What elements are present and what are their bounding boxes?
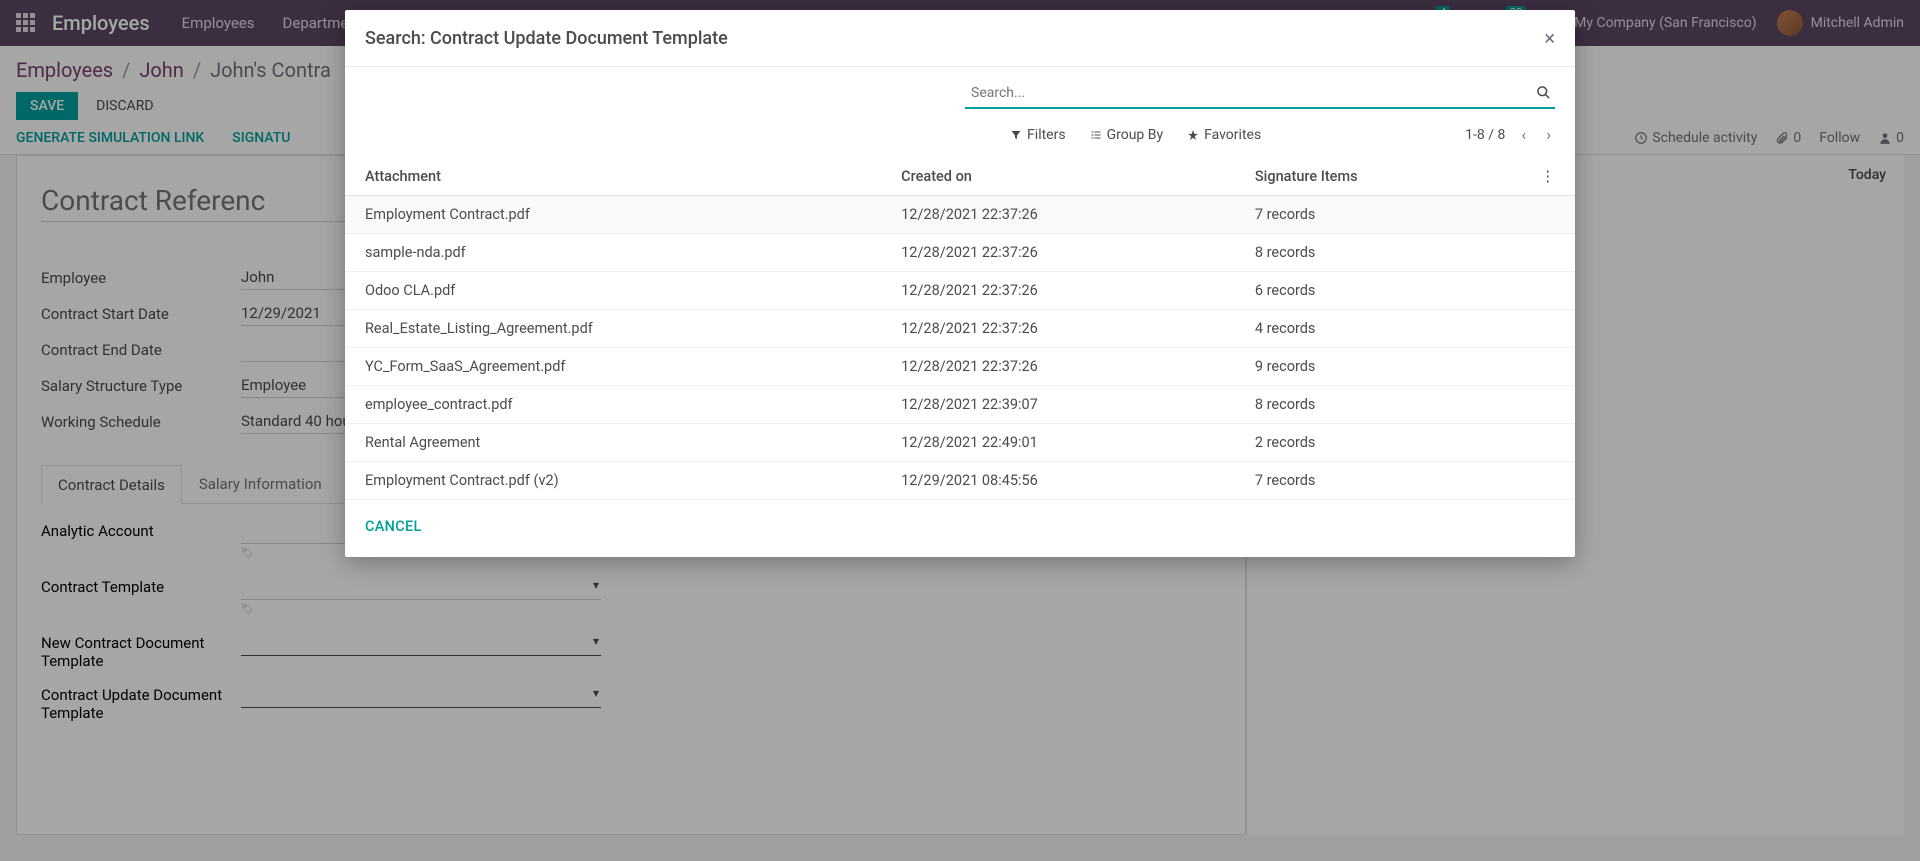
filter-icon <box>1010 129 1022 141</box>
cell-sig: 8 records <box>1235 234 1521 272</box>
cell-created: 12/29/2021 08:45:56 <box>881 462 1235 500</box>
modal-overlay: Search: Contract Update Document Templat… <box>0 0 1920 861</box>
search-modal: Search: Contract Update Document Templat… <box>345 10 1575 557</box>
col-attachment[interactable]: Attachment <box>345 158 881 196</box>
table-row[interactable]: Real_Estate_Listing_Agreement.pdf12/28/2… <box>345 310 1575 348</box>
cell-attachment: employee_contract.pdf <box>345 386 881 424</box>
cell-sig: 7 records <box>1235 196 1521 234</box>
cell-created: 12/28/2021 22:37:26 <box>881 272 1235 310</box>
cell-created: 12/28/2021 22:37:26 <box>881 310 1235 348</box>
star-icon <box>1187 129 1199 141</box>
table-row[interactable]: YC_Form_SaaS_Agreement.pdf12/28/2021 22:… <box>345 348 1575 386</box>
table-row[interactable]: Odoo CLA.pdf12/28/2021 22:37:266 records <box>345 272 1575 310</box>
col-created[interactable]: Created on <box>881 158 1235 196</box>
search-icon[interactable] <box>1536 85 1551 104</box>
table-row[interactable]: Rental Agreement12/28/2021 22:49:012 rec… <box>345 424 1575 462</box>
filters-button[interactable]: Filters <box>1010 127 1066 143</box>
cell-sig: 6 records <box>1235 272 1521 310</box>
results-table: Attachment Created on Signature Items ⋮ … <box>345 158 1575 500</box>
col-sigitems[interactable]: Signature Items <box>1235 158 1521 196</box>
table-row[interactable]: Employment Contract.pdf12/28/2021 22:37:… <box>345 196 1575 234</box>
table-row[interactable]: employee_contract.pdf12/28/2021 22:39:07… <box>345 386 1575 424</box>
cell-attachment: Employment Contract.pdf <box>345 196 881 234</box>
cell-created: 12/28/2021 22:37:26 <box>881 196 1235 234</box>
groupby-button[interactable]: Group By <box>1090 127 1164 143</box>
cell-sig: 9 records <box>1235 348 1521 386</box>
cell-created: 12/28/2021 22:49:01 <box>881 424 1235 462</box>
table-row[interactable]: Employment Contract.pdf (v2)12/29/2021 0… <box>345 462 1575 500</box>
pager-prev[interactable]: ‹ <box>1517 123 1530 146</box>
favorites-button[interactable]: Favorites <box>1187 127 1261 143</box>
cell-sig: 2 records <box>1235 424 1521 462</box>
search-input[interactable] <box>965 79 1555 109</box>
cell-sig: 4 records <box>1235 310 1521 348</box>
cell-created: 12/28/2021 22:37:26 <box>881 348 1235 386</box>
cell-created: 12/28/2021 22:37:26 <box>881 234 1235 272</box>
cell-attachment: Real_Estate_Listing_Agreement.pdf <box>345 310 881 348</box>
pager-text: 1-8 / 8 <box>1465 127 1505 143</box>
cell-sig: 8 records <box>1235 386 1521 424</box>
cell-attachment: Rental Agreement <box>345 424 881 462</box>
list-icon <box>1090 129 1102 141</box>
col-kebab[interactable]: ⋮ <box>1521 158 1576 196</box>
cell-attachment: YC_Form_SaaS_Agreement.pdf <box>345 348 881 386</box>
cell-created: 12/28/2021 22:39:07 <box>881 386 1235 424</box>
close-button[interactable]: × <box>1544 26 1555 50</box>
table-row[interactable]: sample-nda.pdf12/28/2021 22:37:268 recor… <box>345 234 1575 272</box>
cell-attachment: sample-nda.pdf <box>345 234 881 272</box>
cell-attachment: Odoo CLA.pdf <box>345 272 881 310</box>
pager-next[interactable]: › <box>1542 123 1555 146</box>
cell-attachment: Employment Contract.pdf (v2) <box>345 462 881 500</box>
cancel-button[interactable]: CANCEL <box>365 518 422 535</box>
modal-title: Search: Contract Update Document Templat… <box>365 28 728 49</box>
cell-sig: 7 records <box>1235 462 1521 500</box>
